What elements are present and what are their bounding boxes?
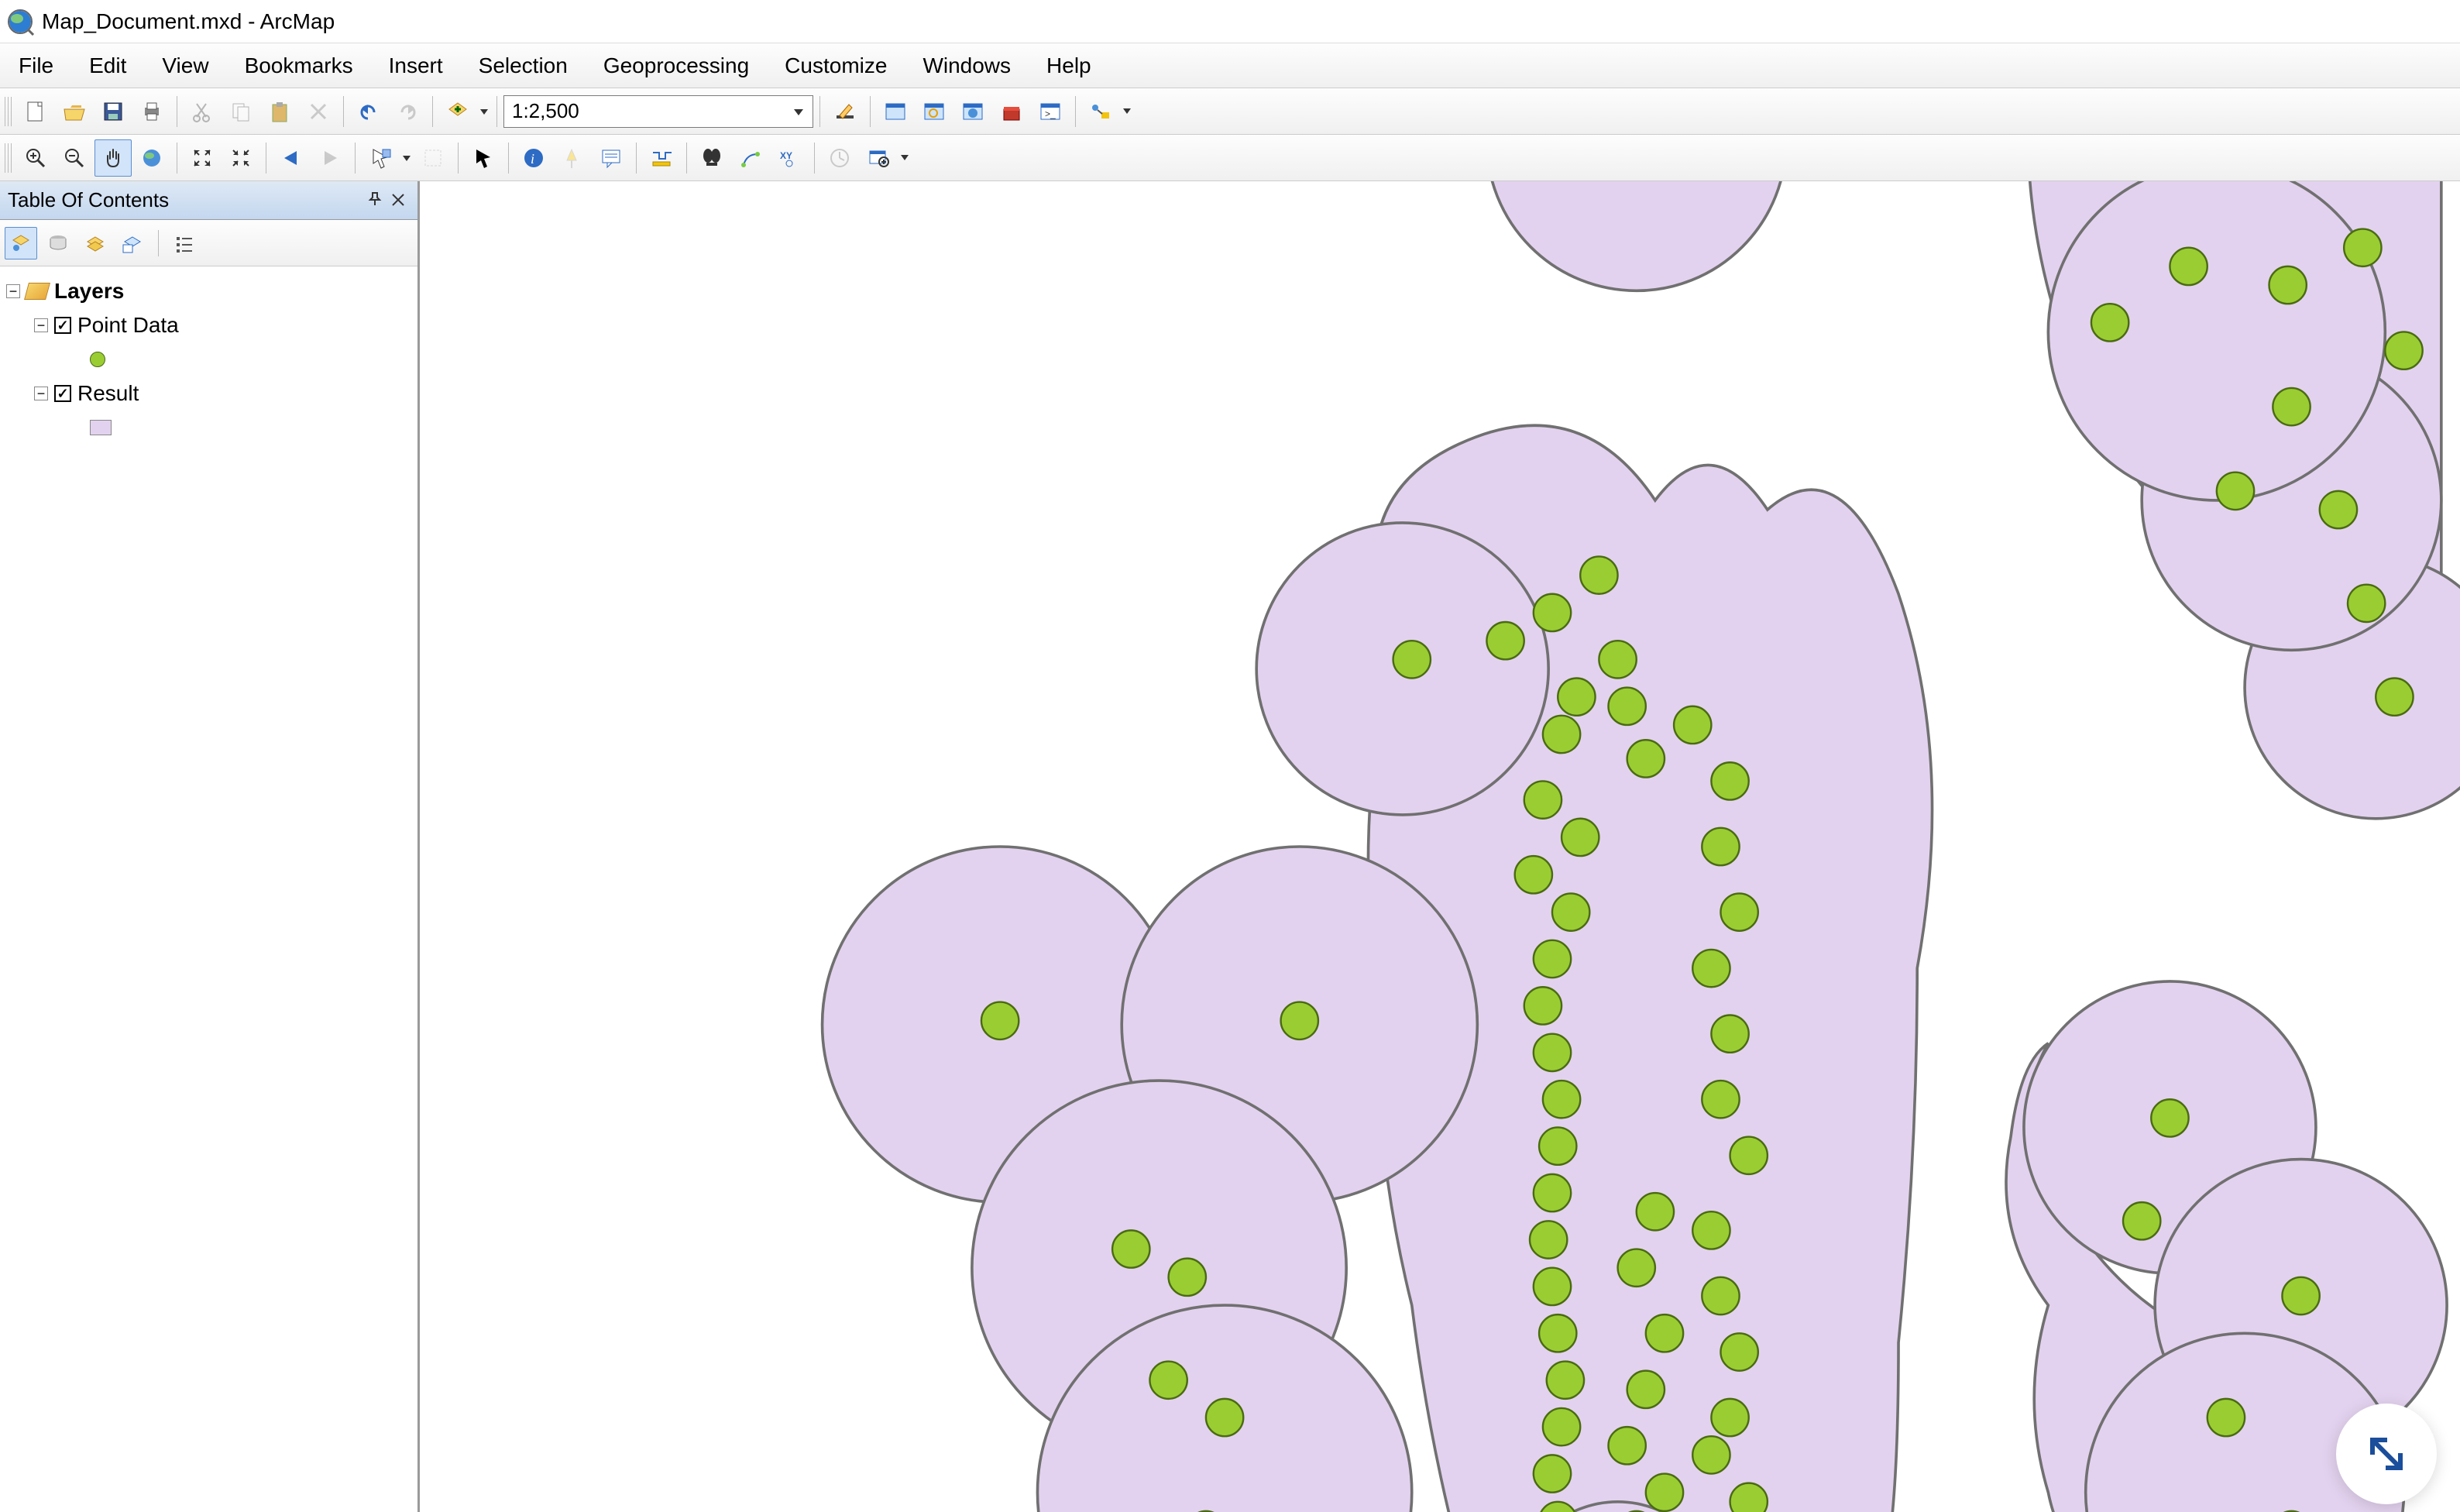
undo-icon[interactable] xyxy=(350,93,387,130)
html-popup-icon[interactable] xyxy=(593,139,630,177)
create-viewer-icon[interactable] xyxy=(860,139,897,177)
expand-diagonal-icon[interactable] xyxy=(2336,1404,2437,1504)
layer-label: Result xyxy=(77,381,139,406)
list-by-visibility-icon[interactable] xyxy=(79,227,112,259)
list-by-selection-icon[interactable] xyxy=(116,227,149,259)
toolbar-options-icon[interactable] xyxy=(898,150,911,166)
measure-icon[interactable] xyxy=(643,139,680,177)
menubar: File Edit View Bookmarks Insert Selectio… xyxy=(0,43,2460,88)
app-window: Map_Document.mxd - ArcMap File Edit View… xyxy=(0,0,2460,1512)
search-window-icon[interactable] xyxy=(916,93,953,130)
map-scale-input[interactable]: 1:2,500 xyxy=(503,95,813,128)
open-icon[interactable] xyxy=(56,93,93,130)
menu-customize[interactable]: Customize xyxy=(778,50,893,81)
menu-geoprocessing[interactable]: Geoprocessing xyxy=(597,50,755,81)
main-area: Table Of Contents − xyxy=(0,181,2460,1512)
arcmap-app-icon xyxy=(6,8,34,36)
find-icon[interactable] xyxy=(693,139,730,177)
cut-icon[interactable] xyxy=(184,93,221,130)
list-by-source-icon[interactable] xyxy=(42,227,74,259)
clear-selection-icon[interactable] xyxy=(414,139,452,177)
map-canvas[interactable] xyxy=(418,181,2460,1512)
layers-group-icon xyxy=(24,283,50,300)
toolbox-icon[interactable] xyxy=(993,93,1030,130)
table-of-contents-panel: Table Of Contents − xyxy=(0,181,418,1512)
toc-tree: − Layers − Point Data − xyxy=(0,266,417,1512)
layer-point-data-symbol xyxy=(6,342,411,376)
hyperlink-icon[interactable] xyxy=(554,139,591,177)
svg-text:>_: >_ xyxy=(1045,108,1056,119)
toolbar-grip[interactable] xyxy=(5,97,12,126)
layer-result-symbol xyxy=(6,411,411,445)
point-symbol-icon[interactable] xyxy=(90,352,105,367)
select-features-dropdown-icon[interactable] xyxy=(400,153,413,163)
toc-toolbar xyxy=(0,220,417,266)
zoom-out-icon[interactable] xyxy=(56,139,93,177)
menu-windows[interactable]: Windows xyxy=(916,50,1017,81)
tree-root-layers[interactable]: − Layers xyxy=(6,274,411,308)
add-data-dropdown-icon[interactable] xyxy=(478,107,490,116)
full-extent-icon[interactable] xyxy=(133,139,170,177)
tools-toolbar: i XY xyxy=(0,135,2460,181)
menu-bookmarks[interactable]: Bookmarks xyxy=(239,50,359,81)
list-by-drawing-order-icon[interactable] xyxy=(5,227,37,259)
forward-extent-icon[interactable] xyxy=(311,139,349,177)
menu-edit[interactable]: Edit xyxy=(83,50,132,81)
python-window-icon[interactable]: >_ xyxy=(1032,93,1069,130)
redo-icon[interactable] xyxy=(389,93,426,130)
menu-file[interactable]: File xyxy=(12,50,60,81)
svg-text:XY: XY xyxy=(780,150,792,161)
layer-point-data[interactable]: − Point Data xyxy=(6,308,411,342)
standard-toolbar: 1:2,500 >_ xyxy=(0,88,2460,135)
pan-icon[interactable] xyxy=(94,139,132,177)
back-extent-icon[interactable] xyxy=(273,139,310,177)
layer-result[interactable]: − Result xyxy=(6,376,411,411)
window-title: Map_Document.mxd - ArcMap xyxy=(42,9,335,34)
layer-visibility-checkbox[interactable] xyxy=(54,317,71,334)
catalog-window-icon[interactable] xyxy=(877,93,914,130)
pin-icon[interactable] xyxy=(363,188,387,212)
toolbar-options-icon[interactable] xyxy=(1121,104,1133,119)
close-icon[interactable] xyxy=(387,188,410,212)
toc-title: Table Of Contents xyxy=(8,188,169,212)
delete-icon[interactable] xyxy=(300,93,337,130)
new-icon[interactable] xyxy=(17,93,54,130)
find-route-icon[interactable] xyxy=(732,139,769,177)
map-scale-value: 1:2,500 xyxy=(512,99,579,123)
fixed-zoom-out-icon[interactable] xyxy=(222,139,259,177)
toc-header: Table Of Contents xyxy=(0,181,417,220)
model-builder-icon[interactable] xyxy=(1082,93,1119,130)
scale-dropdown-icon[interactable] xyxy=(792,99,805,123)
select-elements-icon[interactable] xyxy=(465,139,502,177)
save-icon[interactable] xyxy=(94,93,132,130)
toc-options-icon[interactable] xyxy=(168,227,201,259)
menu-selection[interactable]: Selection xyxy=(472,50,574,81)
copy-icon[interactable] xyxy=(222,93,259,130)
svg-text:i: i xyxy=(531,151,534,167)
time-slider-icon[interactable] xyxy=(821,139,858,177)
collapse-icon[interactable]: − xyxy=(34,387,48,400)
arc-catalog-icon[interactable] xyxy=(954,93,991,130)
select-features-icon[interactable] xyxy=(362,139,399,177)
zoom-in-icon[interactable] xyxy=(17,139,54,177)
collapse-icon[interactable]: − xyxy=(6,284,20,298)
toolbar-grip[interactable] xyxy=(5,143,12,173)
identify-icon[interactable]: i xyxy=(515,139,552,177)
layer-label: Point Data xyxy=(77,313,179,338)
polygon-symbol-icon[interactable] xyxy=(90,420,112,435)
print-icon[interactable] xyxy=(133,93,170,130)
tree-root-label: Layers xyxy=(54,279,124,304)
fixed-zoom-in-icon[interactable] xyxy=(184,139,221,177)
add-data-icon[interactable] xyxy=(439,93,476,130)
editor-toolbar-icon[interactable] xyxy=(826,93,864,130)
titlebar: Map_Document.mxd - ArcMap xyxy=(0,0,2460,43)
collapse-icon[interactable]: − xyxy=(34,318,48,332)
menu-help[interactable]: Help xyxy=(1040,50,1098,81)
menu-insert[interactable]: Insert xyxy=(383,50,449,81)
go-to-xy-icon[interactable]: XY xyxy=(771,139,808,177)
paste-icon[interactable] xyxy=(261,93,298,130)
menu-view[interactable]: View xyxy=(156,50,215,81)
layer-visibility-checkbox[interactable] xyxy=(54,385,71,402)
